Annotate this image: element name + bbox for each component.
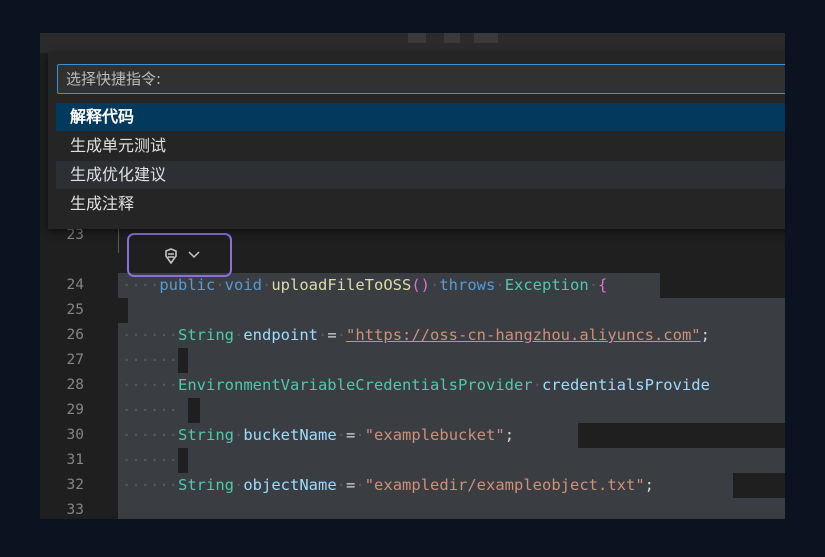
token-type: EnvironmentVariableCredentialsProvider (178, 376, 533, 394)
code-lens-assistant-button[interactable] (127, 233, 232, 277)
title-bar (40, 33, 785, 53)
whitespace-dot: · (355, 476, 365, 494)
selection-highlight (128, 298, 785, 323)
line-number: 32 (66, 477, 84, 493)
line-number: 26 (66, 327, 84, 343)
code-line[interactable]: 33 (40, 498, 785, 519)
whitespace-dots: ······ (122, 326, 178, 344)
token-semicolon: ; (504, 426, 515, 444)
token-operator: = (346, 426, 356, 444)
token-variable: endpoint (243, 326, 318, 344)
line-number: 28 (66, 377, 84, 393)
whitespace-dots: ······ (122, 451, 178, 469)
token-semicolon: ; (700, 326, 710, 344)
token-type: String (178, 326, 234, 344)
whitespace-dot: · (532, 376, 542, 394)
ai-assistant-icon (165, 248, 177, 265)
token-variable: objectName (243, 476, 337, 494)
token-string-link[interactable]: "https://oss-cn-hangzhou.aliyuncs.com" (346, 326, 701, 344)
whitespace-dot: · (318, 326, 328, 344)
code-line[interactable]: 27 ······ (40, 348, 785, 373)
whitespace-dot: · (336, 326, 347, 344)
code-line[interactable]: 28 ······EnvironmentVariableCredentialsP… (40, 373, 785, 398)
token-keyword: throws (439, 276, 496, 294)
token-operator: = (327, 326, 337, 344)
quick-pick-item-comments[interactable]: 生成注释 (56, 190, 785, 218)
editor-window: 23 24 ····public·void·uploadFileToOSS()·… (40, 33, 785, 519)
selection-highlight (118, 498, 785, 519)
token-paren: () (411, 276, 430, 294)
token-brace: { (598, 276, 608, 294)
token-keyword: void (224, 276, 262, 294)
line-number: 30 (66, 427, 84, 443)
whitespace-dot: · (336, 476, 347, 494)
chevron-down-icon (188, 251, 200, 259)
line-number: 29 (66, 402, 84, 418)
whitespace-dot: · (262, 276, 272, 294)
whitespace-dots: ······ (122, 476, 178, 494)
whitespace-dot: · (495, 276, 505, 294)
whitespace-dots: ······ (122, 351, 178, 369)
line-number: 31 (66, 452, 84, 468)
whitespace-dot: · (336, 426, 347, 444)
token-type: String (178, 476, 234, 494)
code-line[interactable]: 29 ······ (40, 398, 785, 423)
code-text: ······ (122, 348, 178, 373)
quick-pick-input[interactable]: 选择快捷指令: (57, 64, 785, 94)
code-text: ······String·endpoint·=·"https://oss-cn-… (122, 323, 710, 348)
line-number: 27 (66, 352, 84, 368)
whitespace-dot: · (588, 276, 599, 294)
token-string: "examplebucket" (364, 426, 505, 444)
whitespace-dot: · (355, 426, 365, 444)
code-line[interactable]: 26 ······String·endpoint·=·"https://oss-… (40, 323, 785, 348)
whitespace-dots: ······ (122, 426, 178, 444)
whitespace-dot: · (234, 426, 244, 444)
code-text: ······ (122, 448, 178, 473)
token-type: String (178, 426, 234, 444)
line-number: 33 (66, 502, 84, 518)
whitespace-dot: · (234, 476, 244, 494)
line-number: 25 (66, 302, 84, 318)
quick-pick-menu: 选择快捷指令: 解释代码 生成单元测试 生成优化建议 生成注释 (48, 53, 785, 229)
code-line[interactable]: 31 ······ (40, 448, 785, 473)
whitespace-dot: · (215, 276, 225, 294)
line-number: 24 (66, 277, 84, 293)
token-semicolon: ; (644, 476, 655, 494)
code-text: ······String·objectName·=·"exampledir/ex… (122, 473, 654, 498)
selection-highlight (200, 398, 785, 423)
selection-highlight (188, 448, 785, 473)
quick-pick-item-explain-code[interactable]: 解释代码 (56, 103, 785, 131)
code-text: ······String·bucketName·=·"examplebucket… (122, 423, 514, 448)
title-bar-block (474, 33, 498, 43)
whitespace-dot: · (234, 326, 244, 344)
token-string: "exampledir/exampleobject.txt" (364, 476, 645, 494)
quick-pick-item-optimize[interactable]: 生成优化建议 (56, 161, 785, 189)
token-method: uploadFileToOSS (271, 276, 412, 294)
quick-pick-item-unit-test[interactable]: 生成单元测试 (56, 132, 785, 160)
whitespace-dots: ···· (122, 276, 160, 294)
token-operator: = (346, 476, 356, 494)
code-text: ······ (122, 398, 178, 423)
code-text: ······EnvironmentVariableCredentialsProv… (122, 373, 710, 398)
code-line[interactable]: 30 ······String·bucketName·=·"examplebuc… (40, 423, 785, 448)
code-line[interactable]: 32 ······String·objectName·=·"exampledir… (40, 473, 785, 498)
token-variable: bucketName (243, 426, 337, 444)
code-line[interactable]: 25 (40, 298, 785, 323)
selection-highlight (188, 348, 785, 373)
whitespace-dots: ······ (122, 376, 178, 394)
title-bar-block (408, 33, 426, 43)
whitespace-dots: ······ (122, 401, 178, 419)
token-type: Exception (504, 276, 589, 294)
token-variable: credentialsProvide (541, 376, 710, 394)
title-bar-block (444, 33, 460, 43)
token-keyword: public (159, 276, 216, 294)
whitespace-dot: · (430, 276, 440, 294)
